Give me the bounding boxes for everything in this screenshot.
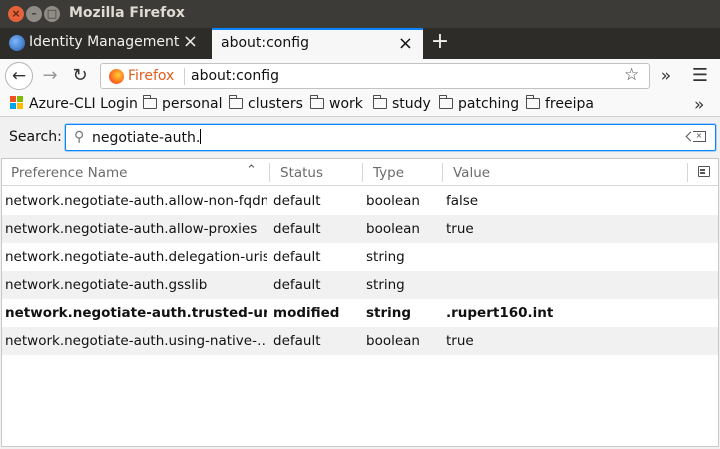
pref-status: default: [273, 193, 321, 209]
pref-name: network.negotiate-auth.allow-non-fqdn: [5, 193, 267, 209]
forward-arrow-icon[interactable]: →: [36, 62, 64, 90]
firefox-logo-icon: [109, 69, 124, 84]
column-divider[interactable]: [269, 163, 270, 182]
bookmark-label: patching: [458, 96, 520, 112]
folder-icon: [142, 95, 157, 109]
column-header-name[interactable]: Preference Name: [11, 165, 127, 181]
pref-name: network.negotiate-auth.gsslib: [5, 277, 208, 293]
pref-status: default: [273, 249, 321, 265]
pref-status: default: [273, 277, 321, 293]
column-divider[interactable]: [442, 163, 443, 182]
text-caret: [200, 129, 202, 144]
pref-status: default: [273, 333, 321, 349]
column-divider[interactable]: [362, 163, 363, 182]
window-titlebar: × – □ Mozilla Firefox: [0, 0, 720, 28]
window-title: Mozilla Firefox: [69, 5, 185, 21]
tab-label: Identity Management: [29, 34, 180, 50]
identity-label[interactable]: Firefox: [128, 68, 174, 84]
sort-ascending-icon[interactable]: ⌃: [246, 163, 257, 178]
column-header-value[interactable]: Value: [453, 165, 490, 181]
pref-type: string: [366, 277, 405, 293]
navigation-toolbar: ← → ↻ Firefox about:config ☆ » ☰: [0, 59, 720, 93]
reload-icon[interactable]: ↻: [66, 62, 94, 90]
bookmark-folder-freeipa[interactable]: freeipa: [525, 95, 594, 114]
hamburger-menu-icon[interactable]: ☰: [686, 62, 714, 90]
bookmark-label: clusters: [248, 96, 303, 112]
new-tab-button[interactable]: +: [428, 28, 452, 59]
tab-about-config[interactable]: about:config ×: [212, 28, 423, 59]
table-row[interactable]: network.negotiate-auth.allow-non-fqdn de…: [2, 187, 718, 215]
bookmark-label: work: [329, 96, 363, 112]
bookmark-folder-patching[interactable]: patching: [438, 95, 520, 114]
bookmark-label: personal: [162, 96, 223, 112]
pref-type: boolean: [366, 333, 420, 349]
bookmark-azure-cli-login[interactable]: Azure-CLI Login: [10, 96, 138, 114]
pref-type: boolean: [366, 193, 420, 209]
window-close-button[interactable]: ×: [8, 6, 24, 22]
pref-value: .rupert160.int: [446, 305, 554, 321]
pref-name: network.negotiate-auth.allow-proxies: [5, 221, 258, 237]
pref-name: network.negotiate-auth.delegation-uris: [5, 249, 267, 265]
bookmark-folder-clusters[interactable]: clusters: [228, 95, 303, 114]
table-header: Preference Name ⌃ Status Type Value: [2, 159, 718, 186]
overflow-chevron-icon[interactable]: »: [652, 62, 680, 90]
url-text[interactable]: about:config: [191, 68, 279, 84]
bookmarks-overflow-chevron-icon[interactable]: »: [694, 95, 704, 115]
search-icon: ⚲: [74, 129, 85, 145]
pref-type: string: [366, 305, 412, 321]
pref-type: string: [366, 249, 405, 265]
tab-label: about:config: [221, 35, 309, 51]
back-arrow-icon[interactable]: ←: [5, 62, 33, 90]
pref-status: modified: [273, 305, 340, 321]
bookmark-label: freeipa: [545, 96, 594, 112]
column-divider[interactable]: [687, 163, 688, 182]
table-row[interactable]: network.negotiate-auth.using-native-… de…: [2, 327, 718, 355]
window-maximize-button[interactable]: □: [44, 6, 60, 22]
folder-icon: [309, 95, 324, 109]
tab-identity-management[interactable]: Identity Management ×: [0, 28, 212, 59]
clear-search-icon[interactable]: ×: [693, 131, 706, 142]
window-minimize-button[interactable]: –: [26, 6, 42, 22]
bookmark-label: study: [392, 96, 431, 112]
table-row[interactable]: network.negotiate-auth.delegation-uris d…: [2, 243, 718, 271]
microsoft-logo-icon: [10, 96, 24, 110]
url-separator: [184, 68, 185, 85]
bookmark-folder-personal[interactable]: personal: [142, 95, 223, 114]
about-config-page: Search: ⚲ negotiate-auth. × Preference N…: [0, 117, 720, 449]
column-header-type[interactable]: Type: [373, 165, 404, 181]
table-row[interactable]: network.negotiate-auth.trusted-uris modi…: [2, 299, 718, 327]
bookmark-label: Azure-CLI Login: [29, 96, 138, 112]
folder-icon: [438, 95, 453, 109]
pref-name: network.negotiate-auth.using-native-…: [5, 333, 267, 349]
folder-icon: [525, 95, 540, 109]
preferences-table: Preference Name ⌃ Status Type Value netw…: [1, 158, 719, 447]
globe-icon: [9, 35, 25, 51]
column-picker-icon[interactable]: [698, 166, 710, 177]
bookmark-folder-study[interactable]: study: [372, 95, 431, 114]
pref-value: true: [446, 333, 474, 349]
url-bar[interactable]: Firefox about:config ☆: [100, 63, 650, 89]
tab-close-icon[interactable]: ×: [398, 34, 413, 54]
pref-value: false: [446, 193, 479, 209]
column-header-status[interactable]: Status: [280, 165, 323, 181]
pref-status: default: [273, 221, 321, 237]
search-value[interactable]: negotiate-auth.: [92, 130, 200, 146]
folder-icon: [372, 95, 387, 109]
tab-strip: Identity Management × about:config × +: [0, 28, 720, 59]
table-row[interactable]: network.negotiate-auth.gsslib default st…: [2, 271, 718, 299]
pref-name: network.negotiate-auth.trusted-uris: [5, 305, 267, 321]
search-input[interactable]: ⚲ negotiate-auth. ×: [65, 124, 716, 151]
pref-type: boolean: [366, 221, 420, 237]
search-label: Search:: [9, 129, 62, 145]
folder-icon: [228, 95, 243, 109]
bookmarks-toolbar: Azure-CLI Login personal clusters work s…: [0, 93, 720, 117]
star-icon[interactable]: ☆: [624, 65, 639, 85]
pref-value: true: [446, 221, 474, 237]
bookmark-folder-work[interactable]: work: [309, 95, 363, 114]
tab-close-icon[interactable]: ×: [183, 32, 198, 52]
table-row[interactable]: network.negotiate-auth.allow-proxies def…: [2, 215, 718, 243]
